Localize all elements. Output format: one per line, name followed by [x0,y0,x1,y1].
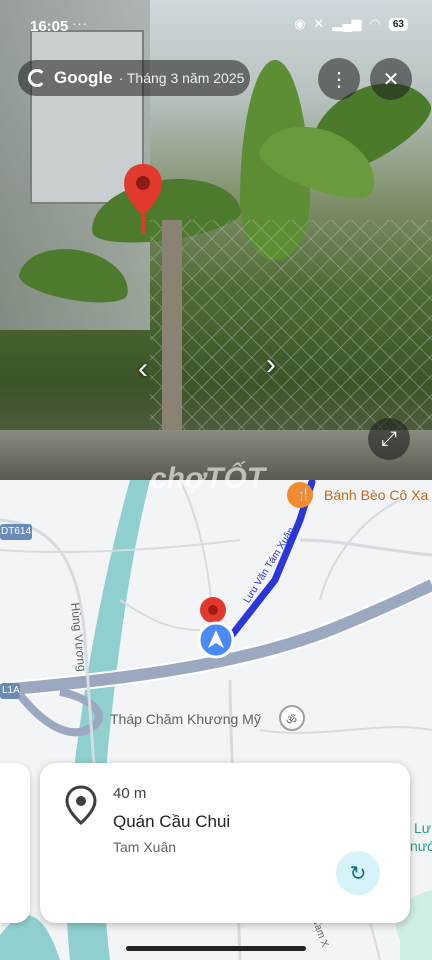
battery-badge: 63 [388,17,408,31]
poi-restaurant-label: Bánh Bèo Cô Xa [324,487,429,503]
wifi-icon: ◠ [369,16,381,31]
status-icons: ◉ ✕ ▂▄▆ ◠ 63 [294,16,408,32]
more-vert-icon: ⋮ [329,68,349,91]
mute-icon: ✕ [313,16,325,31]
fence-post [162,220,182,442]
road-1a-label: L1A [2,685,20,696]
street-view-header[interactable]: Google · Tháng 3 năm 2025 [18,60,250,96]
fork-knife-icon: 🍴 [296,487,311,501]
status-time: 16:05 [30,18,69,35]
place-distance: 40 m [113,785,147,802]
place-area: Tam Xuân [113,839,177,855]
poi-temple-label: Tháp Chăm Khương Mỹ [110,711,261,727]
edge-label-nuo: nướ [410,838,432,854]
road-dt614-label: DT614 [1,526,32,537]
expand-button[interactable]: ⤢ [368,418,410,460]
location-icon: ◉ [294,16,306,31]
brand-label: Google [54,68,113,87]
place-name: Quán Cầu Chui [113,812,231,831]
capture-date: · Tháng 3 năm 2025 [118,70,245,86]
location-pin-icon [124,164,162,234]
close-icon: ✕ [382,68,400,91]
status-bar: 16:05 ··· ◉ ✕ ▂▄▆ ◠ 63 [0,0,432,40]
status-dots: ··· [72,16,88,31]
more-options-button[interactable]: ⋮ [318,58,360,100]
expand-icon: ⤢ [381,427,397,450]
temple-icon: ॐ [286,713,297,727]
refresh-icon: ↻ [349,862,367,885]
google-logo-icon [28,69,46,87]
home-indicator[interactable] [126,946,306,951]
close-button[interactable]: ✕ [370,58,412,100]
place-card[interactable]: 40 m Quán Cầu Chui Tam Xuân ↻ [40,763,410,923]
refresh-button[interactable]: ↻ [336,851,380,895]
previous-place-card[interactable] [0,763,30,923]
watermark-logo: chợTỐT [150,462,266,495]
chain-link-fence [150,220,432,435]
signal-icon: ▂▄▆ [332,16,362,31]
nav-forward-arrow[interactable]: › [266,348,300,382]
edge-label-lu: Lư [414,820,432,836]
place-pin-icon [65,785,97,825]
nav-back-arrow[interactable]: ‹ [138,352,172,386]
